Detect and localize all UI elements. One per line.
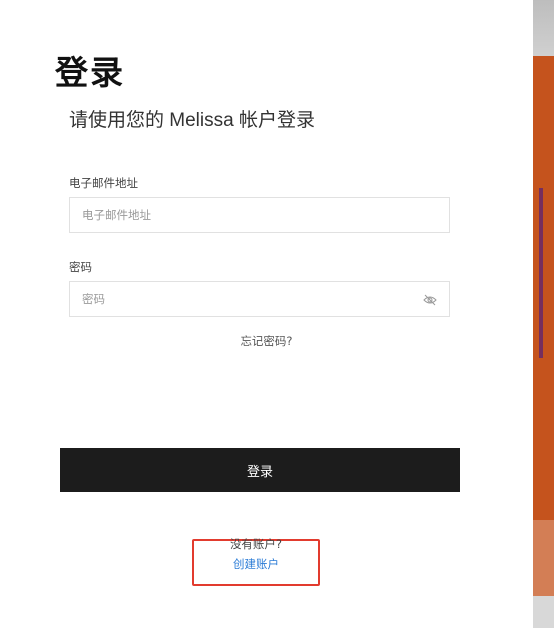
page-title: 登录 <box>55 53 125 92</box>
forgot-password-link[interactable]: 忘记密码? <box>0 333 533 349</box>
page-subtitle: 请使用您的 Melissa 帐户登录 <box>69 110 315 131</box>
eye-slash-icon[interactable] <box>423 292 437 306</box>
background-decoration <box>539 188 554 358</box>
password-field[interactable] <box>70 282 412 316</box>
password-field-wrapper <box>69 281 450 317</box>
background-page-strip <box>533 0 554 628</box>
password-label: 密码 <box>69 260 92 274</box>
create-account-link[interactable]: 创建账户 <box>0 556 512 572</box>
background-bottom <box>533 596 554 628</box>
login-button[interactable]: 登录 <box>60 448 460 492</box>
email-field-wrapper <box>69 197 450 233</box>
email-label: 电子邮件地址 <box>69 176 138 190</box>
background-top <box>533 0 554 56</box>
no-account-text: 没有账户? <box>229 537 283 551</box>
email-field[interactable] <box>70 198 412 232</box>
login-panel: 登录 请使用您的 Melissa 帐户登录 电子邮件地址 密码 忘记密码? 登录… <box>0 0 533 628</box>
